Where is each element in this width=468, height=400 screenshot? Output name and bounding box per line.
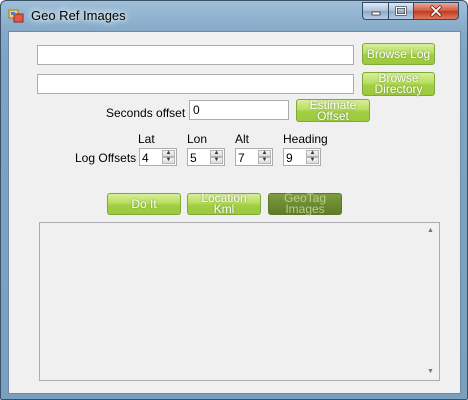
minimize-button[interactable] (362, 2, 389, 20)
log-offsets-label: Log Offsets (75, 151, 137, 165)
lon-offset-stepper[interactable]: 5 ▲ ▼ (187, 148, 225, 166)
scroll-up-icon[interactable]: ▲ (427, 227, 434, 234)
lat-offset-value: 4 (142, 151, 149, 165)
lat-increment-button[interactable]: ▲ (162, 150, 175, 157)
heading-offset-stepper[interactable]: 9 ▲ ▼ (283, 148, 321, 166)
do-it-button[interactable]: Do It (107, 193, 181, 215)
maximize-icon (395, 6, 407, 16)
lat-label: Lat (138, 132, 155, 146)
heading-increment-button[interactable]: ▲ (306, 150, 319, 157)
window-title: Geo Ref Images (31, 8, 126, 23)
app-window: Geo Ref Images Browse Log Browse Directo… (0, 0, 468, 400)
title-bar[interactable]: Geo Ref Images (1, 1, 467, 31)
lon-offset-value: 5 (190, 151, 197, 165)
location-kml-button[interactable]: Location Kml (187, 192, 261, 215)
alt-label: Alt (235, 132, 250, 146)
lon-increment-button[interactable]: ▲ (210, 150, 223, 157)
alt-increment-button[interactable]: ▲ (258, 150, 271, 157)
alt-decrement-button[interactable]: ▼ (258, 157, 271, 164)
lon-decrement-button[interactable]: ▼ (210, 157, 223, 164)
output-textarea[interactable]: ▲ ▼ (39, 222, 440, 381)
alt-offset-stepper[interactable]: 7 ▲ ▼ (235, 148, 273, 166)
seconds-offset-input[interactable] (189, 100, 289, 120)
form-client-area: Browse Log Browse Directory Seconds offs… (8, 31, 461, 394)
estimate-offset-button[interactable]: Estimate Offset (296, 99, 370, 122)
scroll-down-icon[interactable]: ▼ (427, 368, 434, 375)
seconds-offset-label: Seconds offset (106, 106, 186, 120)
log-path-input[interactable] (37, 45, 354, 65)
lat-offset-stepper[interactable]: 4 ▲ ▼ (139, 148, 177, 166)
heading-label: Heading (283, 132, 328, 146)
geotag-images-button[interactable]: GeoTag Images (268, 192, 342, 215)
directory-path-input[interactable] (37, 74, 354, 94)
close-button[interactable] (413, 2, 459, 20)
maximize-button[interactable] (388, 2, 414, 20)
minimize-icon (371, 11, 380, 16)
browse-log-button[interactable]: Browse Log (362, 43, 435, 65)
lon-label: Lon (187, 132, 208, 146)
browse-directory-button[interactable]: Browse Directory (362, 72, 435, 96)
heading-offset-value: 9 (286, 151, 293, 165)
heading-decrement-button[interactable]: ▼ (306, 157, 319, 164)
alt-offset-value: 7 (238, 151, 245, 165)
close-icon (430, 5, 442, 17)
lat-decrement-button[interactable]: ▼ (162, 157, 175, 164)
app-icon[interactable] (8, 7, 24, 23)
output-scrollbar[interactable]: ▲ ▼ (423, 223, 439, 380)
